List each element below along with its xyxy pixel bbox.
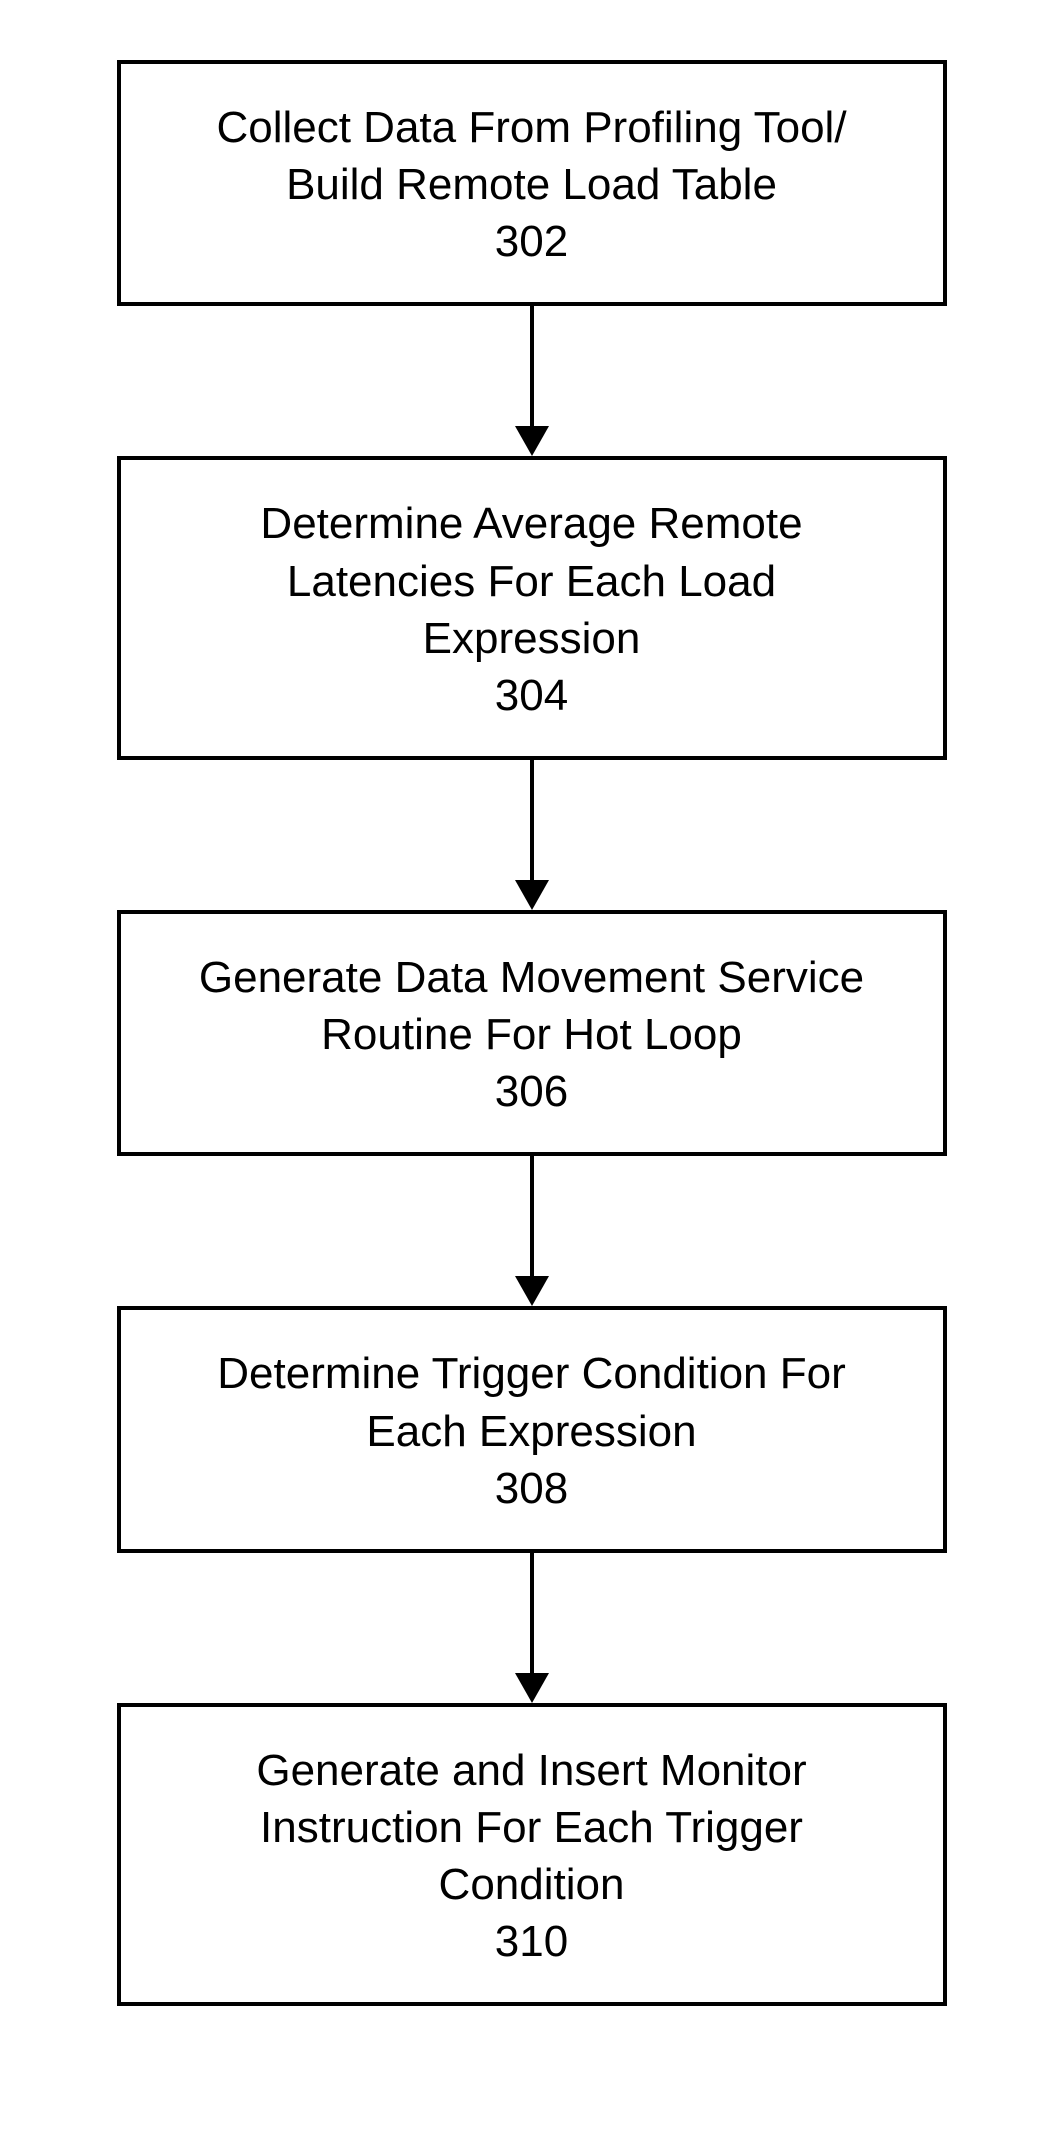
arrow-4 <box>515 1553 549 1703</box>
arrow-head-icon <box>515 1276 549 1306</box>
flowchart-container: Collect Data From Profiling Tool/Build R… <box>82 60 982 2006</box>
flowchart-step-2: Determine Average RemoteLatencies For Ea… <box>117 456 947 760</box>
flowchart-step-5: Generate and Insert MonitorInstruction F… <box>117 1703 947 2007</box>
step-text: Determine Average RemoteLatencies For Ea… <box>260 495 802 667</box>
step-number: 310 <box>495 1917 568 1967</box>
step-text: Collect Data From Profiling Tool/Build R… <box>216 99 846 213</box>
step-number: 304 <box>495 671 568 721</box>
arrow-head-icon <box>515 880 549 910</box>
arrow-2 <box>515 760 549 910</box>
arrow-line <box>530 1553 534 1675</box>
flowchart-step-4: Determine Trigger Condition ForEach Expr… <box>117 1306 947 1552</box>
step-text: Generate and Insert MonitorInstruction F… <box>256 1742 806 1914</box>
step-number: 306 <box>495 1067 568 1117</box>
step-number: 302 <box>495 217 568 267</box>
arrow-line <box>530 1156 534 1278</box>
arrow-1 <box>515 306 549 456</box>
flowchart-step-3: Generate Data Movement ServiceRoutine Fo… <box>117 910 947 1156</box>
step-number: 308 <box>495 1464 568 1514</box>
arrow-3 <box>515 1156 549 1306</box>
step-text: Generate Data Movement ServiceRoutine Fo… <box>199 949 864 1063</box>
step-text: Determine Trigger Condition ForEach Expr… <box>217 1345 845 1459</box>
flowchart-step-1: Collect Data From Profiling Tool/Build R… <box>117 60 947 306</box>
arrow-head-icon <box>515 426 549 456</box>
arrow-line <box>530 760 534 882</box>
arrow-head-icon <box>515 1673 549 1703</box>
arrow-line <box>530 306 534 428</box>
